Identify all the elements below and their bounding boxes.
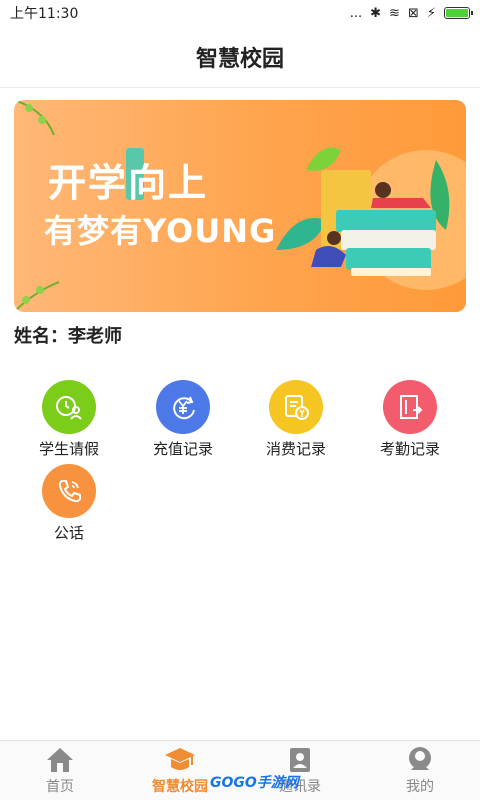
sim-icon: ⊠ xyxy=(407,5,419,21)
tab-mine[interactable]: 我的 xyxy=(360,741,480,800)
wifi-icon: ≋ xyxy=(389,5,400,21)
tab-label: 智慧校园 xyxy=(152,778,208,795)
receipt-yuan-icon xyxy=(269,380,323,434)
dots-icon: ... xyxy=(349,5,363,21)
banner-illustration xyxy=(276,147,466,290)
menu-item-attendance-records[interactable]: 考勤记录 xyxy=(355,380,465,459)
home-icon xyxy=(47,747,73,772)
menu-item-recharge-records[interactable]: 充值记录 xyxy=(128,380,238,459)
banner-slogan-line2: 有梦有YOUNG xyxy=(44,212,277,250)
door-exit-icon xyxy=(383,380,437,434)
promo-banner[interactable]: 开学向上 有梦有YOUNG xyxy=(14,100,466,312)
yuan-refresh-icon xyxy=(156,380,210,434)
banner-slogan-line1: 开学向上 xyxy=(48,161,209,205)
tab-label: 我的 xyxy=(406,778,434,795)
phone-icon xyxy=(42,464,96,518)
menu-item-label: 充值记录 xyxy=(152,440,213,458)
menu-item-label: 公话 xyxy=(53,524,84,542)
clock-person-icon xyxy=(42,380,96,434)
menu-item-public-phone[interactable]: 公话 xyxy=(14,464,124,543)
menu-item-consumption-records[interactable]: 消费记录 xyxy=(241,380,351,459)
contacts-icon xyxy=(290,747,310,772)
watermark-logo: GOGO手游网 xyxy=(210,775,299,791)
menu-item-student-leave[interactable]: 学生请假 xyxy=(14,380,124,459)
bluetooth-icon: ✱ xyxy=(370,5,382,21)
graduation-cap-icon xyxy=(165,747,195,770)
status-time: 上午11:30 xyxy=(10,6,79,22)
leaf-decoration-bottom xyxy=(14,281,60,312)
charging-icon: ⚡ xyxy=(426,5,436,21)
status-bar: 上午11:30 ... ✱ ≋ ⊠ ⚡ xyxy=(0,0,480,26)
title-bar: 智慧校园 xyxy=(0,26,480,88)
leaf-decoration xyxy=(14,100,55,136)
menu-item-label: 学生请假 xyxy=(38,440,99,458)
teacher-name: 姓名：李老师 xyxy=(14,326,122,347)
status-icons: ... ✱ ≋ ⊠ ⚡ xyxy=(349,5,473,21)
tab-label: 首页 xyxy=(46,778,74,795)
page-title: 智慧校园 xyxy=(195,46,284,72)
battery-icon xyxy=(444,7,473,19)
tab-home[interactable]: 首页 xyxy=(0,741,120,800)
profile-icon xyxy=(409,746,431,770)
menu-item-label: 消费记录 xyxy=(265,440,326,458)
menu-item-label: 考勤记录 xyxy=(379,440,440,458)
